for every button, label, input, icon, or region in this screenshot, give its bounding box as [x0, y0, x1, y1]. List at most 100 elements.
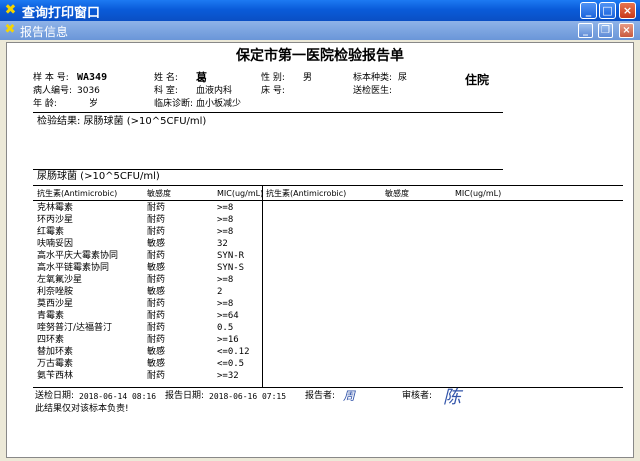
sensitivity-cell: 耐药 [147, 299, 166, 309]
sensitivity-cell: 耐药 [147, 227, 166, 237]
child-restore-button[interactable]: ❐ [598, 23, 613, 38]
patient-id-value: 3036 [77, 86, 100, 96]
sample-date-value: 2018-06-14 08:16 [79, 392, 157, 401]
col-header-sensitivity-right: 敏感度 [385, 189, 409, 198]
name-value: 葛 [196, 71, 207, 84]
specimen-type-label: 标本种类: [353, 73, 393, 83]
diagnosis-value: 血小板减少 [196, 99, 242, 109]
main-window-titlebar[interactable]: ✖ 查询打印窗口 _ □ × [0, 0, 640, 21]
organism-top-divider [33, 169, 503, 170]
drug-cell: 青霉素 [37, 311, 65, 321]
sex-label: 性 别: [261, 73, 285, 83]
reviewer-signature: 陈 [443, 387, 461, 408]
report-date-value: 2018-06-16 07:15 [209, 392, 287, 401]
column-separator [262, 185, 263, 387]
report-title: 保定市第一医院检验报告单 [236, 48, 404, 64]
drug-cell: 喹努普汀/达福普汀 [37, 323, 113, 333]
reporter-label: 报告者: [305, 391, 336, 401]
age-label: 年 龄: [33, 99, 57, 109]
mic-cell: <=0.12 [217, 347, 250, 357]
sensitivity-cell: 敏感 [147, 347, 166, 357]
sensitivity-cell: 敏感 [147, 287, 166, 297]
sensitivity-cell: 耐药 [147, 251, 166, 261]
child-window-titlebar[interactable]: ✖ 报告信息 _ ❐ × [0, 21, 640, 40]
col-header-mic-right: MIC(ug/mL) [455, 189, 502, 198]
mic-cell: SYN-S [217, 263, 245, 273]
mic-cell: >=8 [217, 275, 234, 285]
window-title: 查询打印窗口 [22, 6, 101, 21]
drug-cell: 替加环素 [37, 347, 74, 357]
col-header-mic: MIC(ug/mL) [217, 189, 264, 198]
mic-cell: >=8 [217, 203, 234, 213]
drug-cell: 四环素 [37, 335, 65, 345]
col-header-sensitivity: 敏感度 [147, 189, 171, 198]
header-divider [33, 112, 503, 113]
sensitivity-cell: 耐药 [147, 371, 166, 381]
drug-cell: 氨苄西林 [37, 371, 74, 381]
sample-number-value: WA349 [77, 72, 108, 83]
drug-cell: 高水平链霉素协同 [37, 263, 110, 273]
diagnosis-label: 临床诊断: [154, 99, 194, 109]
mic-cell: >=8 [217, 227, 234, 237]
app-icon: ✖ [4, 2, 17, 18]
mic-cell: >=16 [217, 335, 239, 345]
disclaimer: 此结果仅对该标本负责! [35, 404, 129, 414]
department-label: 科 室: [154, 86, 178, 96]
mic-cell: 32 [217, 239, 228, 249]
drug-cell: 利奈唑胺 [37, 287, 74, 297]
sensitivity-cell: 耐药 [147, 203, 166, 213]
sex-value: 男 [303, 73, 313, 83]
age-value: 岁 [89, 99, 99, 109]
sensitivity-cell: 敏感 [147, 239, 166, 249]
drug-cell: 左氧氟沙星 [37, 275, 83, 285]
sensitivity-cell: 敏感 [147, 263, 166, 273]
sensitivity-cell: 耐药 [147, 335, 166, 345]
drug-cell: 莫西沙星 [37, 299, 74, 309]
mic-cell: >=32 [217, 371, 239, 381]
drug-cell: 呋喃妥因 [37, 239, 74, 249]
child-window-title: 报告信息 [20, 25, 69, 39]
drug-cell: 高水平庆大霉素协同 [37, 251, 119, 261]
table-top-divider [33, 185, 623, 186]
mic-cell: 2 [217, 287, 223, 297]
sensitivity-cell: 耐药 [147, 275, 166, 285]
mic-cell: SYN-R [217, 251, 245, 261]
mic-cell: >=8 [217, 215, 234, 225]
patient-id-label: 病人编号: [33, 86, 73, 96]
mic-cell: 0.5 [217, 323, 234, 333]
maximize-button[interactable]: □ [599, 2, 616, 19]
sample-number-label: 样 本 号: [33, 73, 69, 83]
sensitivity-cell: 敏感 [147, 359, 166, 369]
minimize-button[interactable]: _ [580, 2, 597, 19]
sample-date-label: 送检日期: [35, 391, 75, 401]
drug-cell: 红霉素 [37, 227, 65, 237]
child-close-button[interactable]: × [619, 23, 634, 38]
sensitivity-cell: 耐药 [147, 311, 166, 321]
doctor-label: 送检医生: [353, 86, 393, 96]
report-date-label: 报告日期: [165, 391, 205, 401]
bed-label: 床 号: [261, 86, 285, 96]
sensitivity-cell: 耐药 [147, 323, 166, 333]
department-value: 血液内科 [196, 86, 233, 96]
mic-cell: >=8 [217, 299, 234, 309]
specimen-type-value: 尿 [398, 73, 408, 83]
patient-type-badge: 住院 [465, 73, 490, 87]
sensitivity-cell: 耐药 [147, 215, 166, 225]
mic-cell: >=64 [217, 311, 239, 321]
child-window-icon: ✖ [4, 22, 16, 37]
col-header-antibiotic-right: 抗生素(Antimicrobic) [266, 189, 347, 198]
child-minimize-button[interactable]: _ [578, 23, 593, 38]
table-bottom-divider [33, 387, 623, 388]
result-line: 检验结果: 尿肠球菌 (>10^5CFU/ml) [37, 116, 207, 127]
reporter-signature: 周 [343, 389, 356, 403]
organism-heading: 尿肠球菌 (>10^5CFU/ml) [37, 171, 160, 182]
reviewer-label: 审核者: [402, 391, 433, 401]
drug-cell: 万古霉素 [37, 359, 74, 369]
name-label: 姓 名: [154, 73, 178, 83]
drug-cell: 克林霉素 [37, 203, 74, 213]
report-page: 保定市第一医院检验报告单 样 本 号: WA349 病人编号: 3036 年 龄… [6, 42, 634, 458]
column-header-divider [33, 200, 623, 201]
col-header-antibiotic: 抗生素(Antimicrobic) [37, 189, 118, 198]
close-button[interactable]: × [619, 2, 636, 19]
drug-cell: 环丙沙星 [37, 215, 74, 225]
